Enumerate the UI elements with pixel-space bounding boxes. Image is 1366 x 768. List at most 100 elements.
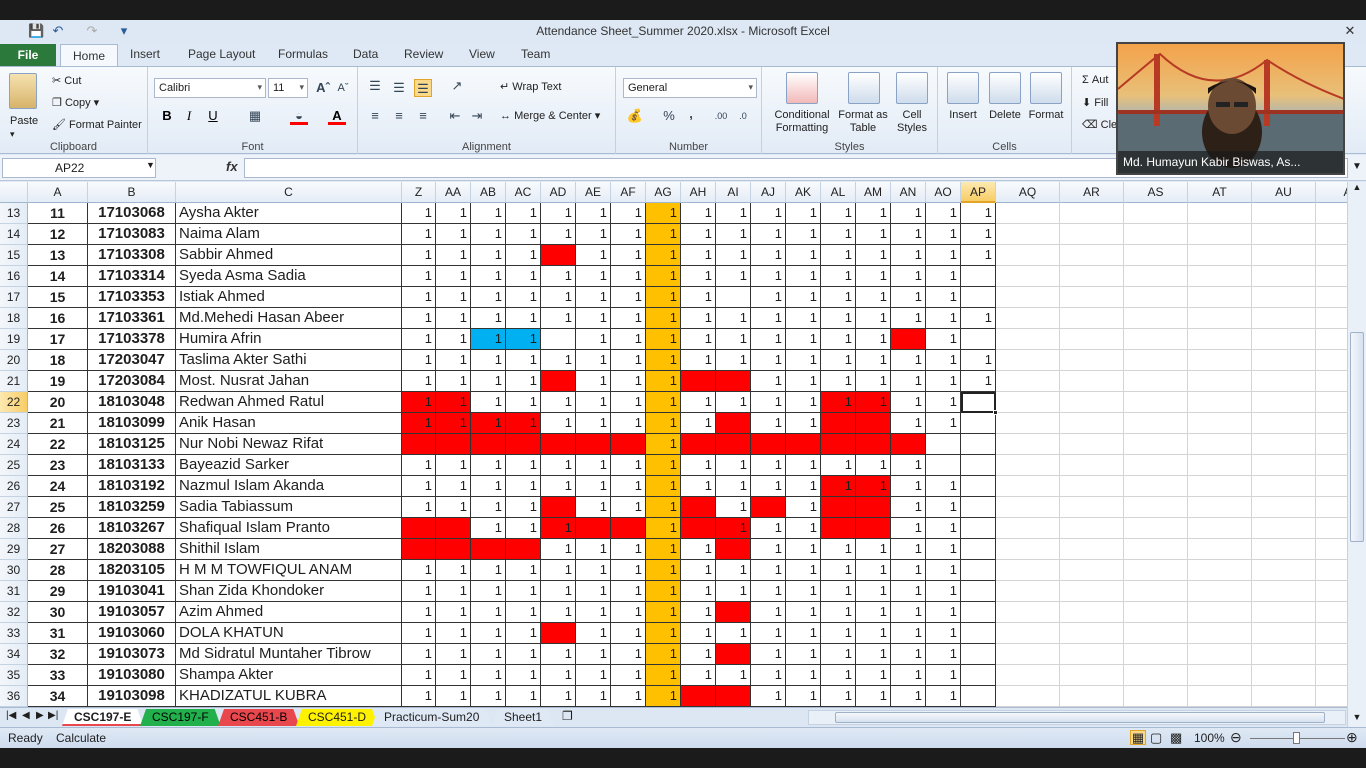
attendance-cell[interactable]: 1 (402, 287, 436, 308)
attendance-cell[interactable]: 1 (646, 476, 681, 497)
student-name-cell[interactable]: Shan Zida Khondoker (176, 581, 402, 602)
attendance-cell[interactable]: 1 (821, 476, 856, 497)
attendance-cell[interactable]: 1 (926, 287, 961, 308)
row-header[interactable]: 30 (0, 560, 28, 581)
insert-sheet-icon[interactable]: ❐ (562, 709, 573, 723)
attendance-cell[interactable]: 1 (611, 350, 646, 371)
cell[interactable] (1060, 434, 1124, 455)
serial-cell[interactable]: 16 (28, 308, 88, 329)
zoom-in-icon[interactable]: ⊕ (1346, 729, 1358, 746)
attendance-cell[interactable]: 1 (541, 287, 576, 308)
attendance-cell[interactable]: 1 (681, 413, 716, 434)
attendance-cell[interactable]: 1 (471, 392, 506, 413)
serial-cell[interactable]: 30 (28, 602, 88, 623)
horizontal-scrollbar[interactable] (808, 710, 1346, 725)
student-id-cell[interactable]: 17203047 (88, 350, 176, 371)
attendance-cell[interactable]: 1 (681, 245, 716, 266)
attendance-cell[interactable]: 1 (716, 245, 751, 266)
cell[interactable] (1316, 434, 1347, 455)
column-header[interactable]: AA (436, 182, 471, 203)
attendance-cell[interactable]: 1 (576, 224, 611, 245)
attendance-cell[interactable]: 1 (611, 665, 646, 686)
attendance-cell[interactable]: 1 (646, 665, 681, 686)
fill-button[interactable]: ⬇ Fill (1082, 96, 1108, 109)
attendance-cell[interactable]: 1 (681, 476, 716, 497)
attendance-cell[interactable]: 1 (576, 623, 611, 644)
attendance-cell[interactable]: 1 (716, 581, 751, 602)
cell[interactable] (1316, 476, 1347, 497)
attendance-cell[interactable]: 1 (786, 203, 821, 224)
attendance-cell[interactable]: 1 (751, 392, 786, 413)
cell[interactable] (1252, 245, 1316, 266)
cell[interactable] (1124, 413, 1188, 434)
cell[interactable] (1060, 686, 1124, 707)
attendance-cell[interactable]: 1 (436, 644, 471, 665)
cell[interactable] (1316, 266, 1347, 287)
attendance-cell[interactable]: 1 (786, 644, 821, 665)
cell[interactable] (996, 266, 1060, 287)
insert-cells-button[interactable]: Insert (940, 109, 986, 122)
attendance-cell[interactable]: 1 (961, 350, 996, 371)
student-id-cell[interactable]: 18203088 (88, 539, 176, 560)
format-cells-icon[interactable] (1030, 72, 1062, 104)
cell[interactable] (996, 308, 1060, 329)
close-window-icon[interactable]: ✕ (1342, 23, 1358, 39)
student-name-cell[interactable]: DOLA KHATUN (176, 623, 402, 644)
student-id-cell[interactable]: 17103314 (88, 266, 176, 287)
student-id-cell[interactable]: 19103060 (88, 623, 176, 644)
attendance-cell[interactable] (961, 665, 996, 686)
attendance-cell[interactable]: 1 (576, 581, 611, 602)
align-center-icon[interactable]: ≡ (390, 107, 408, 125)
cell[interactable] (1188, 602, 1252, 623)
cell[interactable] (1124, 287, 1188, 308)
attendance-cell[interactable]: 1 (821, 224, 856, 245)
cell[interactable] (1316, 371, 1347, 392)
attendance-cell[interactable]: 1 (506, 686, 541, 707)
attendance-cell[interactable]: 1 (821, 287, 856, 308)
attendance-cell[interactable]: 1 (541, 413, 576, 434)
cell[interactable] (1060, 392, 1124, 413)
column-header[interactable]: AT (1188, 182, 1252, 203)
row-header[interactable]: 32 (0, 602, 28, 623)
attendance-cell[interactable]: 1 (786, 392, 821, 413)
attendance-cell[interactable]: 1 (402, 392, 436, 413)
attendance-cell[interactable]: 1 (681, 623, 716, 644)
attendance-cell[interactable]: 1 (646, 329, 681, 350)
attendance-cell[interactable]: 1 (471, 350, 506, 371)
student-id-cell[interactable]: 18103125 (88, 434, 176, 455)
attendance-cell[interactable] (471, 539, 506, 560)
cell[interactable] (996, 245, 1060, 266)
attendance-cell[interactable]: 1 (821, 350, 856, 371)
student-id-cell[interactable]: 17203084 (88, 371, 176, 392)
attendance-cell[interactable]: 1 (821, 455, 856, 476)
attendance-cell[interactable] (961, 539, 996, 560)
attendance-cell[interactable]: 1 (856, 686, 891, 707)
attendance-cell[interactable]: 1 (716, 329, 751, 350)
row-header[interactable]: 15 (0, 245, 28, 266)
cell[interactable] (1188, 266, 1252, 287)
student-name-cell[interactable]: Taslima Akter Sathi (176, 350, 402, 371)
attendance-cell[interactable]: 1 (646, 308, 681, 329)
attendance-cell[interactable]: 1 (751, 224, 786, 245)
attendance-cell[interactable]: 1 (402, 266, 436, 287)
student-name-cell[interactable]: Sabbir Ahmed (176, 245, 402, 266)
sheet-tab[interactable]: Practicum-Sum20 (372, 709, 491, 726)
attendance-cell[interactable]: 1 (506, 371, 541, 392)
attendance-cell[interactable]: 1 (436, 350, 471, 371)
student-id-cell[interactable]: 17103308 (88, 245, 176, 266)
cell[interactable] (1316, 245, 1347, 266)
cell[interactable] (1188, 329, 1252, 350)
attendance-cell[interactable] (961, 287, 996, 308)
row-header[interactable]: 35 (0, 665, 28, 686)
attendance-cell[interactable]: 1 (751, 644, 786, 665)
attendance-cell[interactable] (541, 623, 576, 644)
serial-cell[interactable]: 27 (28, 539, 88, 560)
cell[interactable] (1060, 413, 1124, 434)
attendance-cell[interactable]: 1 (891, 665, 926, 686)
student-name-cell[interactable]: Bayeazid Sarker (176, 455, 402, 476)
cell[interactable] (1124, 392, 1188, 413)
tab-insert[interactable]: Insert (130, 47, 160, 61)
attendance-cell[interactable]: 1 (506, 203, 541, 224)
attendance-cell[interactable]: 1 (646, 287, 681, 308)
attendance-cell[interactable]: 1 (506, 560, 541, 581)
